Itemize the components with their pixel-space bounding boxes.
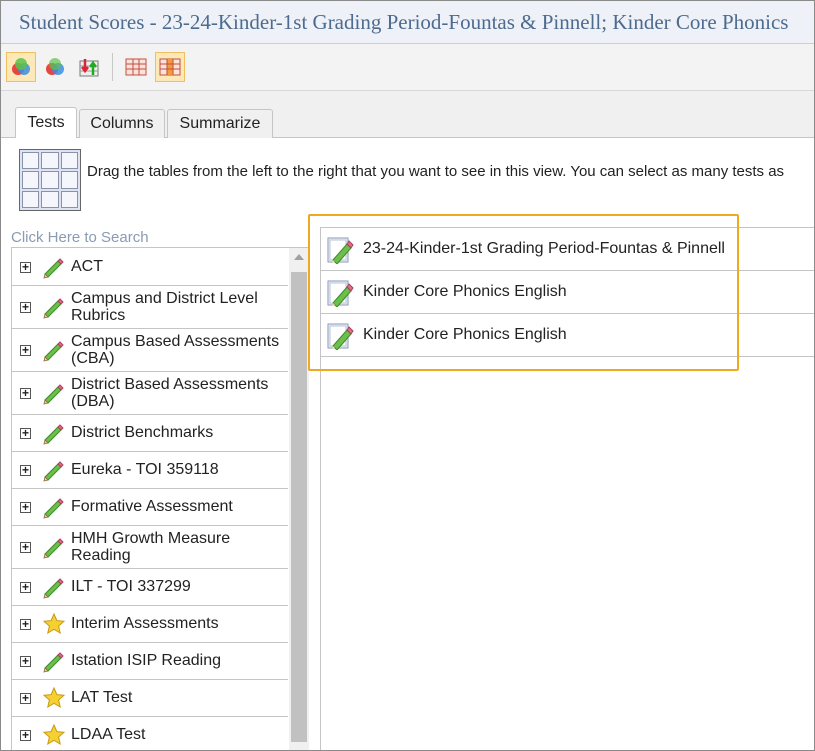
scroll-thumb[interactable] bbox=[291, 272, 307, 742]
toolbar-separator bbox=[112, 53, 113, 81]
tree-item-label: LDAA Test bbox=[71, 726, 146, 743]
edit-document-icon bbox=[325, 277, 355, 308]
star-icon bbox=[42, 686, 66, 710]
table-icon bbox=[125, 58, 147, 76]
tree-item[interactable]: LDAA Test bbox=[12, 716, 288, 750]
tree-item-label: ACT bbox=[71, 258, 103, 275]
tree-item-label: ILT - TOI 337299 bbox=[71, 578, 191, 595]
star-icon bbox=[42, 612, 66, 636]
tree-item[interactable]: ILT - TOI 337299 bbox=[12, 568, 288, 606]
tab-tests-label: Tests bbox=[27, 114, 65, 131]
expand-plus-icon[interactable] bbox=[20, 618, 31, 630]
pencil-icon bbox=[42, 338, 66, 362]
expand-plus-icon[interactable] bbox=[20, 729, 31, 741]
tab-columns-label: Columns bbox=[90, 115, 154, 132]
expand-plus-icon[interactable] bbox=[20, 301, 31, 313]
grid-icon bbox=[19, 149, 81, 211]
expand-plus-icon[interactable] bbox=[20, 655, 31, 667]
tree-item[interactable]: HMH Growth Measure Reading bbox=[12, 525, 288, 569]
expand-plus-icon[interactable] bbox=[20, 261, 31, 273]
window: Student Scores - 23-24-Kinder-1st Gradin… bbox=[0, 0, 815, 751]
expand-plus-icon[interactable] bbox=[20, 387, 31, 399]
sort-button[interactable] bbox=[74, 52, 104, 82]
table-columns-icon bbox=[159, 58, 181, 76]
venn-icon bbox=[12, 58, 30, 75]
tree-item[interactable]: District Benchmarks bbox=[12, 414, 288, 452]
pencil-icon bbox=[42, 255, 66, 279]
venn-button[interactable] bbox=[6, 52, 36, 82]
tree-item-label: Campus and District Level Rubrics bbox=[71, 289, 258, 324]
table-button[interactable] bbox=[121, 52, 151, 82]
pencil-icon bbox=[42, 295, 66, 319]
selected-tests-panel: 23-24-Kinder-1st Grading Period-Fountas … bbox=[320, 227, 814, 750]
selected-test-label: Kinder Core Phonics English bbox=[363, 283, 567, 300]
tree-item[interactable]: LAT Test bbox=[12, 679, 288, 717]
pencil-icon bbox=[42, 495, 66, 519]
scroll-up-arrow-icon[interactable] bbox=[294, 254, 304, 260]
tree-item-label: Formative Assessment bbox=[71, 498, 233, 515]
expand-plus-icon[interactable] bbox=[20, 581, 31, 593]
expand-plus-icon[interactable] bbox=[20, 464, 31, 476]
tree-item[interactable]: Interim Assessments bbox=[12, 605, 288, 643]
scrollbar[interactable] bbox=[289, 248, 309, 750]
selected-test-row[interactable]: Kinder Core Phonics English bbox=[321, 271, 814, 314]
expand-plus-icon[interactable] bbox=[20, 344, 31, 356]
tree-item[interactable]: Campus and District Level Rubrics bbox=[12, 285, 288, 329]
test-tree: ACT Campus and District Level Rubrics Camp… bbox=[11, 248, 310, 750]
search-input[interactable]: Click Here to Search bbox=[11, 229, 309, 248]
pencil-icon bbox=[42, 535, 66, 559]
tab-columns[interactable]: Columns bbox=[79, 109, 165, 138]
tree-item-label: District Benchmarks bbox=[71, 424, 214, 441]
edit-document-icon bbox=[325, 234, 355, 265]
instructions: Drag the tables from the left to the rig… bbox=[19, 149, 784, 211]
expand-plus-icon[interactable] bbox=[20, 427, 31, 439]
sort-icon bbox=[79, 59, 99, 77]
tree-item-label: HMH Growth Measure Reading bbox=[71, 529, 231, 564]
tree-item-label: LAT Test bbox=[71, 689, 133, 706]
table-columns-button[interactable] bbox=[155, 52, 185, 82]
tree-item-label: Eureka - TOI 359118 bbox=[71, 461, 219, 478]
toolbar bbox=[1, 44, 814, 91]
venn-alt-icon bbox=[46, 58, 64, 75]
selected-test-row[interactable]: Kinder Core Phonics English bbox=[321, 314, 814, 357]
tree-item-label: Interim Assessments bbox=[71, 615, 219, 632]
tree-item-label: Istation ISIP Reading bbox=[71, 652, 222, 669]
window-title: Student Scores - 23-24-Kinder-1st Gradin… bbox=[19, 9, 789, 34]
pencil-icon bbox=[42, 381, 66, 405]
tab-bar: Tests Columns Summarize bbox=[1, 91, 814, 138]
tree-item-label: District Based Assessments (DBA) bbox=[71, 375, 269, 410]
tree-item[interactable]: Eureka - TOI 359118 bbox=[12, 451, 288, 489]
selected-test-row[interactable]: 23-24-Kinder-1st Grading Period-Fountas … bbox=[321, 228, 814, 271]
tree-item[interactable]: Campus Based Assessments (CBA) bbox=[12, 328, 288, 372]
tree-item[interactable]: Formative Assessment bbox=[12, 488, 288, 526]
pencil-icon bbox=[42, 458, 66, 482]
selected-test-label: 23-24-Kinder-1st Grading Period-Fountas … bbox=[363, 240, 725, 257]
pencil-icon bbox=[42, 649, 66, 673]
tab-summarize-label: Summarize bbox=[179, 115, 261, 132]
pencil-icon bbox=[42, 421, 66, 445]
title-bar: Student Scores - 23-24-Kinder-1st Gradin… bbox=[1, 1, 814, 44]
tree-item-label: Campus Based Assessments (CBA) bbox=[71, 332, 280, 367]
tree-item[interactable]: ACT bbox=[12, 248, 288, 286]
expand-plus-icon[interactable] bbox=[20, 501, 31, 513]
tab-summarize[interactable]: Summarize bbox=[167, 109, 273, 138]
tree-item[interactable]: Istation ISIP Reading bbox=[12, 642, 288, 680]
pencil-icon bbox=[42, 575, 66, 599]
star-icon bbox=[42, 723, 66, 747]
edit-document-icon bbox=[325, 320, 355, 351]
tree-item[interactable]: District Based Assessments (DBA) bbox=[12, 371, 288, 415]
tab-tests[interactable]: Tests bbox=[15, 107, 77, 138]
venn-alt-button[interactable] bbox=[40, 52, 70, 82]
instructions-text: Drag the tables from the left to the rig… bbox=[87, 163, 785, 180]
expand-plus-icon[interactable] bbox=[20, 541, 31, 553]
expand-plus-icon[interactable] bbox=[20, 692, 31, 704]
selected-test-label: Kinder Core Phonics English bbox=[363, 326, 567, 343]
